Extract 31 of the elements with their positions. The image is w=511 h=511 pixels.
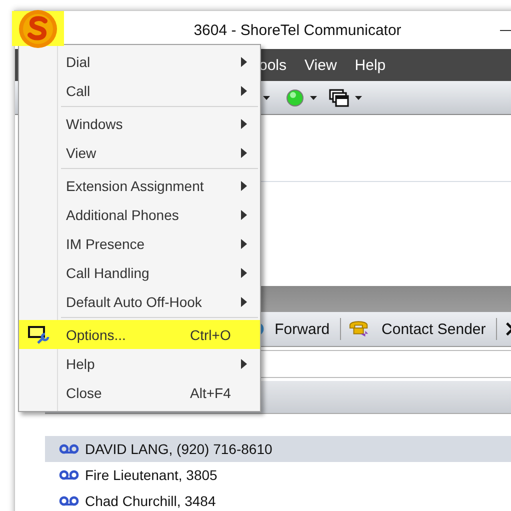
menu-item[interactable]: Help <box>19 349 260 378</box>
menu-item[interactable]: Extension Assignment <box>19 171 260 200</box>
menu-item[interactable]: Close Alt+F4 <box>19 378 260 407</box>
caret-icon <box>355 96 362 100</box>
logo-icon <box>18 8 58 48</box>
caret-icon <box>310 96 317 100</box>
menu-item[interactable]: IM Presence <box>19 229 260 258</box>
voicemail-icon <box>59 496 79 506</box>
voicemail-caller: Fire Lieutenant, 3805 <box>85 467 218 483</box>
menu-item[interactable]: View <box>19 138 260 167</box>
menu-item[interactable]: Call <box>19 76 260 105</box>
menu-bar-item[interactable]: Help <box>354 56 386 74</box>
caret-icon <box>263 96 270 100</box>
menu-item[interactable]: Options... Ctrl+O <box>19 320 260 349</box>
menu-bar-item[interactable]: View <box>304 56 337 74</box>
menu-item[interactable]: Call Handling <box>19 258 260 287</box>
toolbar-button[interactable]: Contact Sender <box>380 320 488 338</box>
toolbar-button[interactable]: Forward <box>272 320 332 338</box>
voicemail-caller: DAVID LANG, (920) 716-8610 <box>85 441 272 457</box>
voicemail-icon <box>59 470 79 480</box>
voicemail-icon <box>59 444 79 454</box>
menu-item[interactable]: Default Auto Off-Hook <box>19 287 260 316</box>
window-title: 3604 - ShoreTel Communicator <box>194 22 402 38</box>
menu-item[interactable]: Windows <box>19 109 260 138</box>
status-dot-icon[interactable] <box>286 88 304 106</box>
voicemail-row[interactable]: DAVID LANG, (920) 716-8610 <box>45 436 511 462</box>
menu-item[interactable]: Dial <box>19 47 260 76</box>
windows-icon[interactable] <box>329 88 349 106</box>
app-logo[interactable] <box>12 11 64 46</box>
menu-item[interactable]: Additional Phones <box>19 200 260 229</box>
voicemail-caller: Chad Churchill, 3484 <box>85 493 216 509</box>
